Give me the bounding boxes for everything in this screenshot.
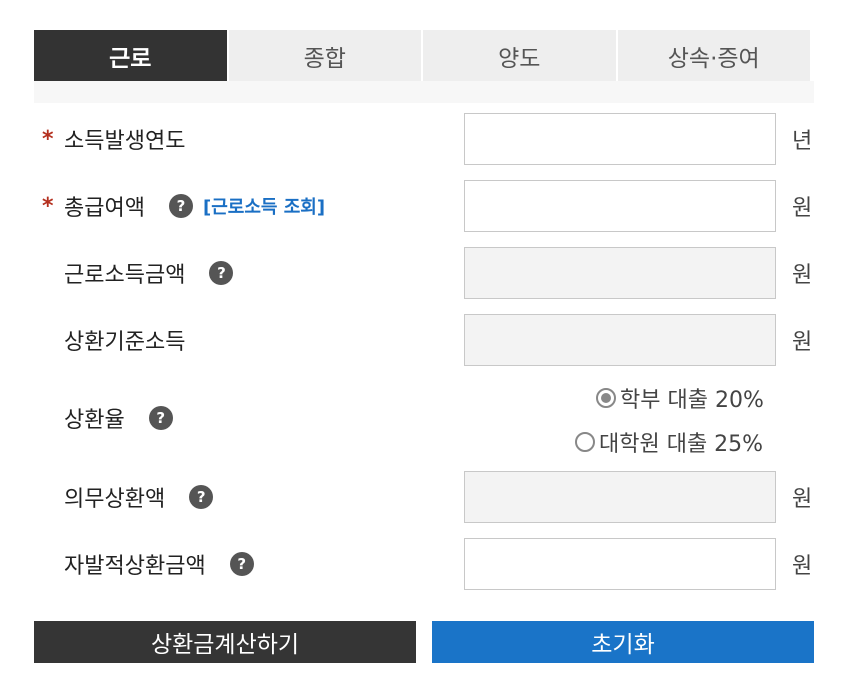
earned-income-label-group: 근로소득금액 ?	[64, 247, 234, 299]
radio-selected-icon[interactable]	[596, 388, 616, 408]
row-income-year: * 소득발생연도 년	[34, 113, 814, 165]
voluntary-amount-unit: 원	[792, 554, 813, 579]
mandatory-amount-label: 의무상환액	[64, 487, 166, 512]
rate-option-undergrad[interactable]: 학부 대출 20%	[596, 382, 764, 414]
earned-income-unit: 원	[792, 263, 813, 288]
total-pay-label-group: 총급여액 ? [근로소득 조회]	[64, 180, 325, 232]
radio-unselected-icon[interactable]	[575, 432, 595, 452]
required-mark: *	[42, 193, 54, 219]
row-voluntary-amount: 자발적상환금액 ? 원	[34, 538, 814, 590]
help-icon[interactable]: ?	[189, 485, 214, 509]
income-year-label: 소득발생연도	[64, 129, 186, 154]
help-icon[interactable]: ?	[168, 194, 193, 218]
tab-transfer[interactable]: 양도	[423, 30, 618, 81]
earned-income-label: 근로소득금액	[64, 263, 186, 288]
required-mark: *	[42, 126, 54, 152]
voluntary-amount-label: 자발적상환금액	[64, 554, 206, 579]
tab-inheritance-gift[interactable]: 상속·증여	[617, 30, 810, 81]
rate-label-group: 상환율 ?	[64, 392, 173, 444]
calculate-button[interactable]: 상환금계산하기	[34, 621, 416, 663]
income-year-unit: 년	[792, 129, 813, 154]
row-mandatory-amount: 의무상환액 ? 원	[34, 471, 814, 523]
rate-label: 상환율	[64, 408, 125, 433]
tab-comprehensive[interactable]: 종합	[228, 30, 423, 81]
mandatory-amount-label-group: 의무상환액 ?	[64, 471, 214, 523]
base-income-label: 상환기준소득	[64, 330, 186, 355]
row-total-pay: * 총급여액 ? [근로소득 조회] 원	[34, 180, 814, 232]
tab-underline-strip	[34, 81, 814, 103]
income-year-input[interactable]	[464, 113, 776, 165]
tax-type-tabs: 근로 종합 양도 상속·증여	[34, 30, 810, 81]
earned-income-input[interactable]	[464, 247, 776, 299]
base-income-unit: 원	[792, 330, 813, 355]
mandatory-amount-input[interactable]	[464, 471, 776, 523]
rate-option-graduate[interactable]: 대학원 대출 25%	[575, 426, 763, 458]
earned-income-lookup-link[interactable]: [근로소득 조회]	[203, 193, 325, 219]
total-pay-label: 총급여액	[64, 196, 145, 221]
help-icon[interactable]: ?	[229, 552, 254, 576]
voluntary-amount-label-group: 자발적상환금액 ?	[64, 538, 254, 590]
row-base-income: 상환기준소득 원	[34, 314, 814, 366]
base-income-input[interactable]	[464, 314, 776, 366]
help-icon[interactable]: ?	[209, 261, 234, 285]
rate-option-graduate-label: 대학원 대출 25%	[599, 432, 764, 457]
reset-button[interactable]: 초기화	[432, 621, 814, 663]
voluntary-amount-input[interactable]	[464, 538, 776, 590]
rate-option-undergrad-label: 학부 대출 20%	[620, 388, 764, 413]
mandatory-amount-unit: 원	[792, 487, 813, 512]
help-icon[interactable]: ?	[148, 406, 173, 430]
total-pay-unit: 원	[792, 196, 813, 221]
row-earned-income: 근로소득금액 ? 원	[34, 247, 814, 299]
total-pay-input[interactable]	[464, 180, 776, 232]
tab-earned[interactable]: 근로	[34, 30, 229, 81]
